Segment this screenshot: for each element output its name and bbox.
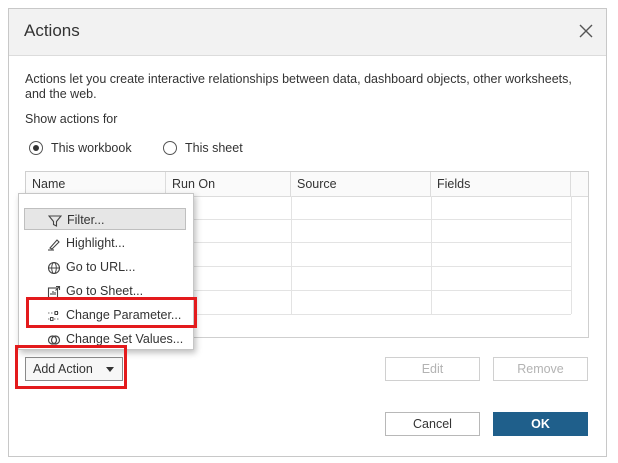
menu-item-label: Filter... <box>67 213 105 227</box>
column-header-fields[interactable]: Fields <box>431 172 571 196</box>
menu-item-label: Change Parameter... <box>66 308 182 322</box>
radio-button-unchecked[interactable] <box>163 141 177 155</box>
dialog-title: Actions <box>24 21 80 40</box>
cancel-button[interactable]: Cancel <box>385 412 480 436</box>
menu-item-label: Go to Sheet... <box>66 284 144 298</box>
close-icon[interactable] <box>576 21 596 41</box>
parameter-icon <box>47 308 61 322</box>
menu-item-label: Highlight... <box>66 236 126 250</box>
grid-line <box>291 196 292 314</box>
menu-item-change-parameter[interactable]: Change Parameter... <box>24 304 186 326</box>
add-action-menu: Filter... Highlight... Go to URL... Go t… <box>18 193 194 350</box>
menu-item-label: Go to URL... <box>66 260 136 274</box>
filter-icon <box>47 213 63 227</box>
highlight-icon <box>47 236 61 251</box>
radio-this-sheet[interactable]: This sheet <box>163 141 243 155</box>
add-action-button[interactable]: Add Action <box>25 357 123 381</box>
grid-line <box>571 196 572 314</box>
radio-this-workbook[interactable]: This workbook <box>29 141 132 155</box>
column-header-source[interactable]: Source <box>291 172 431 196</box>
radio-button-checked[interactable] <box>29 141 43 155</box>
grid-line <box>431 196 432 314</box>
dropdown-arrow-icon <box>106 367 114 372</box>
menu-item-label: Change Set Values... <box>66 332 184 346</box>
remove-button[interactable]: Remove <box>493 357 588 381</box>
ok-button[interactable]: OK <box>493 412 588 436</box>
sheet-icon <box>47 284 61 299</box>
dialog-description: Actions let you create interactive relat… <box>25 72 572 101</box>
menu-item-go-to-url[interactable]: Go to URL... <box>24 256 186 278</box>
globe-icon <box>47 260 61 275</box>
menu-item-change-set-values[interactable]: Change Set Values... <box>24 328 186 350</box>
show-actions-label: Show actions for <box>25 112 118 126</box>
add-action-label: Add Action <box>33 362 93 376</box>
menu-item-filter[interactable]: Filter... <box>24 208 186 230</box>
menu-item-highlight[interactable]: Highlight... <box>24 232 186 254</box>
set-values-icon <box>47 332 61 346</box>
menu-item-go-to-sheet[interactable]: Go to Sheet... <box>24 280 186 302</box>
column-header-spacer <box>571 172 588 196</box>
radio-label-this-workbook: This workbook <box>51 141 132 155</box>
dialog-titlebar: Actions <box>9 9 606 56</box>
radio-label-this-sheet: This sheet <box>185 141 243 155</box>
edit-button[interactable]: Edit <box>385 357 480 381</box>
